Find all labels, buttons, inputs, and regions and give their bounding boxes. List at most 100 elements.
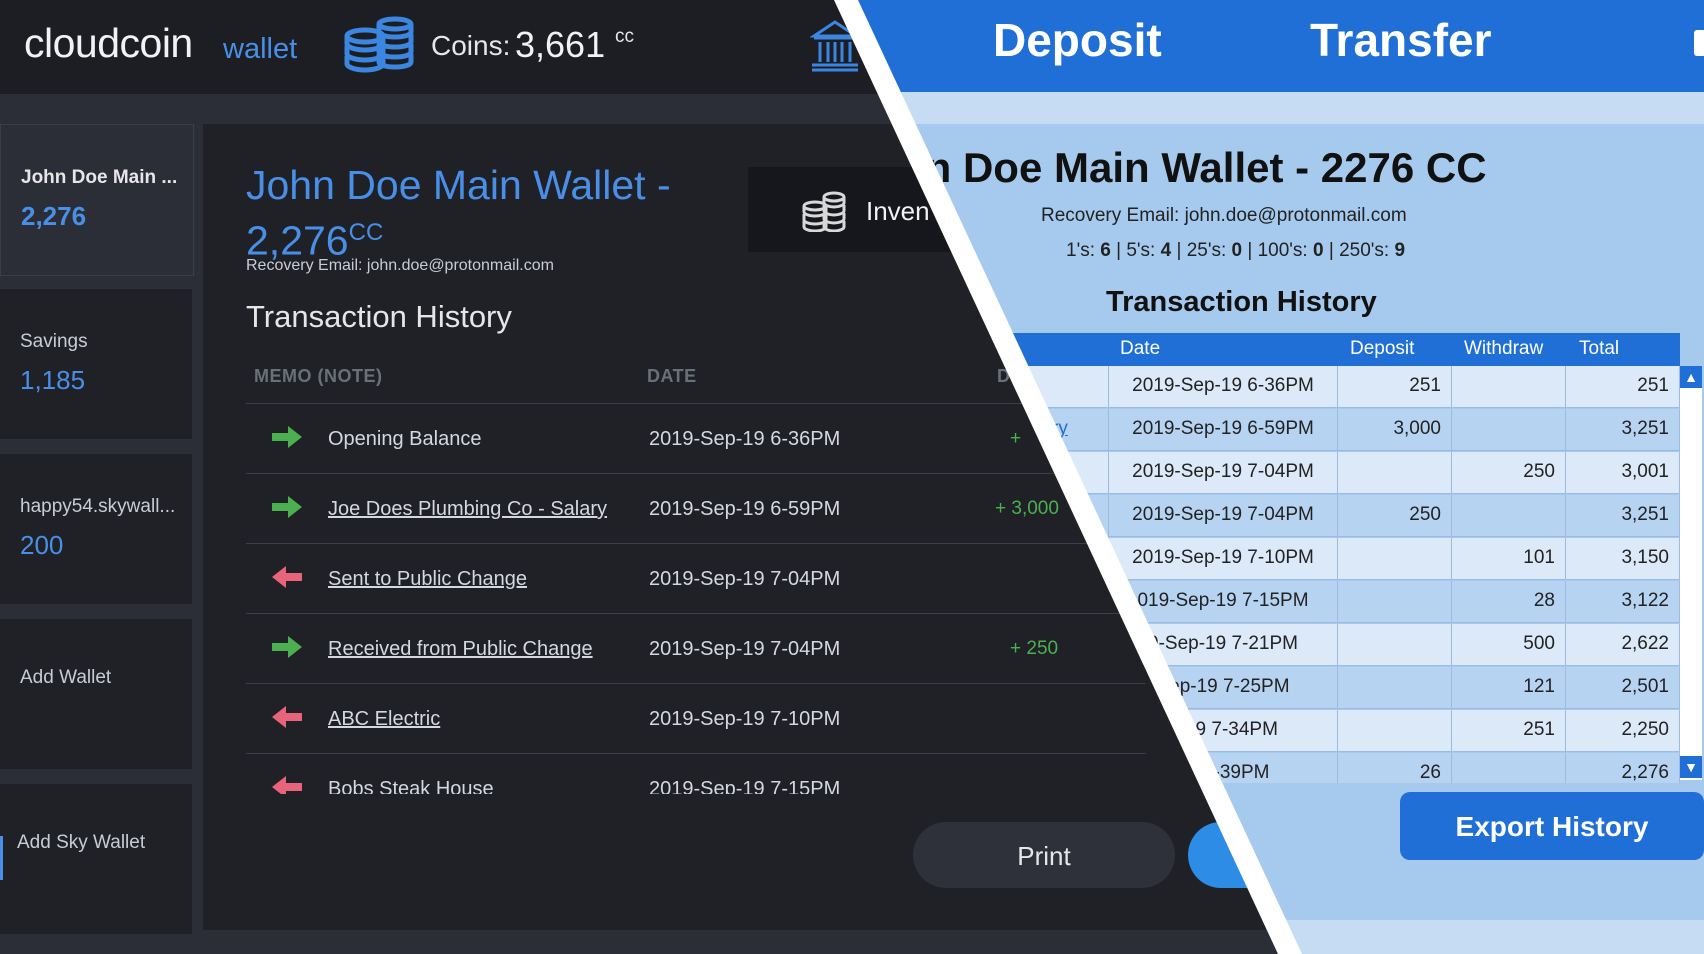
cell-withdraw: 500: [1452, 624, 1566, 666]
coins-stack-icon: [801, 190, 847, 237]
cell-withdraw: [1452, 366, 1566, 408]
table-row[interactable]: Received from Public Change 2019-Sep-19 7…: [246, 613, 1146, 684]
table-row[interactable]: 2019-Sep-19 6-36PM 251 251: [980, 366, 1680, 408]
denom-value: 0: [1312, 240, 1324, 261]
transaction-date: 2019-Sep-19 7-15PM: [649, 778, 841, 794]
nav-transfer[interactable]: Transfer: [1310, 13, 1492, 67]
print-button[interactable]: Print: [913, 822, 1175, 888]
export-history-button[interactable]: Export History: [1400, 792, 1704, 860]
sidebar-item-label: happy54.skywall...: [20, 496, 176, 517]
arrow-right-icon: [272, 636, 302, 663]
cell-deposit: 250: [1338, 495, 1452, 537]
arrow-left-icon: [272, 566, 302, 593]
cell-total: 3,001: [1566, 452, 1680, 494]
denom-value: 0: [1231, 240, 1243, 261]
cell-date: 2019-Sep-19 7-04PM: [1109, 495, 1338, 537]
cell-withdraw: 250: [1452, 452, 1566, 494]
table-row[interactable]: Joe Does Plumbing Co - Salary 2019-Sep-19…: [246, 473, 1146, 544]
arrow-right-icon: [272, 496, 302, 523]
cell-date: 2019-Sep-19 7-04PM: [1109, 452, 1338, 494]
transaction-memo[interactable]: Joe Does Plumbing Co - Salary: [328, 498, 607, 521]
column-header-date: DATE: [647, 366, 697, 386]
transaction-date: 2019-Sep-19 7-04PM: [649, 638, 841, 660]
table-row[interactable]: Opening Balance 2019-Sep-19 6-36PM +: [246, 403, 1146, 474]
cell-date: 2019-Sep-19 7-10PM: [1109, 538, 1338, 580]
denom-value: 9: [1394, 240, 1406, 261]
active-indicator: [0, 836, 3, 880]
nav-icon[interactable]: [1694, 30, 1704, 56]
cell-total: 3,251: [1566, 495, 1680, 537]
arrow-right-icon: [272, 426, 302, 453]
column-header-memo: MEMO (NOTE): [254, 366, 383, 386]
cell-deposit: 3,000: [1338, 409, 1452, 451]
transaction-amount: + 250: [1010, 638, 1059, 659]
cell-date: 019-Sep-19 7-15PM: [1109, 581, 1338, 623]
app-logo: cloudcoin: [24, 20, 193, 66]
wallet-title: hn Doe Main Wallet - 2276 CC: [900, 144, 1487, 191]
denom-value: 6: [1100, 240, 1111, 261]
table-row[interactable]: Bobs Steak House 2019-Sep-19 7-15PM: [246, 753, 1146, 794]
table-row[interactable]: ABC Electric 2019-Sep-19 7-10PM: [246, 683, 1146, 754]
scroll-down-icon[interactable]: ▼: [1680, 756, 1702, 778]
coins-total: 3,661: [515, 24, 606, 65]
sidebar-item-main-wallet[interactable]: John Doe Main ... 2,276: [0, 124, 194, 276]
cell-withdraw: 121: [1452, 667, 1566, 709]
cell-total: 251: [1566, 366, 1680, 408]
cell-total: 2,501: [1566, 667, 1680, 709]
transaction-memo[interactable]: Bobs Steak House: [328, 778, 494, 794]
transaction-date: 2019-Sep-19 6-36PM: [649, 428, 841, 450]
transaction-amount: + 3,000: [995, 498, 1059, 519]
cell-date: 2019-Sep-19 6-36PM: [1109, 366, 1338, 408]
denom-label: 100's:: [1257, 240, 1308, 261]
cell-withdraw: 101: [1452, 538, 1566, 580]
table-row[interactable]: Sent to Public Change 2019-Sep-19 7-04PM: [246, 543, 1146, 614]
transaction-amount: +: [1010, 428, 1022, 449]
table-row[interactable]: 2019-Sep-19 7-04PM 250 3,001: [980, 452, 1680, 494]
cell-withdraw: [1452, 495, 1566, 537]
denom-label: 5's:: [1126, 240, 1156, 261]
table-row[interactable]: 2019-Sep-19 6-59PM 3,000 3,251: [980, 409, 1680, 451]
transaction-memo[interactable]: Received from Public Change: [328, 638, 593, 661]
inventory-button-label: Inven: [866, 196, 930, 226]
sidebar-item-skywallet[interactable]: happy54.skywall... 200: [0, 454, 192, 604]
transaction-date: 2019-Sep-19 7-10PM: [649, 708, 841, 730]
cell-total: 2,276: [1566, 753, 1680, 783]
table-header: [980, 333, 1680, 366]
sidebar-item-savings[interactable]: Savings 1,185: [0, 289, 192, 439]
denom-value: 4: [1160, 240, 1172, 261]
sidebar-item-add-wallet[interactable]: Add Wallet: [0, 619, 192, 769]
sidebar-item-add-sky-wallet[interactable]: Add Sky Wallet: [0, 784, 192, 934]
arrow-left-icon: [272, 706, 302, 733]
cell-total: 3,150: [1566, 538, 1680, 580]
denom-label: 1's:: [1066, 240, 1095, 261]
cell-total: 2,250: [1566, 710, 1680, 752]
nav-deposit[interactable]: Deposit: [993, 13, 1162, 67]
column-header-total: Total: [1579, 338, 1620, 359]
coins-stack-icon: [343, 14, 415, 81]
memo-link[interactable]: ry: [1052, 418, 1068, 440]
wallet-unit: CC: [348, 219, 384, 246]
table-scrollbar[interactable]: [1680, 366, 1702, 780]
app-logo-subtitle: wallet: [223, 33, 298, 65]
cell-deposit: [1338, 538, 1452, 580]
wallet-title: John Doe Main Wallet - 2,276CC: [246, 161, 746, 265]
bank-icon[interactable]: [809, 18, 861, 77]
sidebar-item-label: Add Sky Wallet: [17, 832, 146, 853]
sidebar-item-label: Savings: [20, 331, 88, 352]
scroll-up-icon[interactable]: ▲: [1680, 366, 1702, 388]
transaction-date: 2019-Sep-19 6-59PM: [649, 498, 841, 520]
sidebar-item-label: John Doe Main ...: [21, 167, 178, 188]
cell-deposit: [1338, 452, 1452, 494]
cell-total: 3,122: [1566, 581, 1680, 623]
section-title: Transaction History: [246, 299, 512, 334]
transaction-date: 2019-Sep-19 7-04PM: [649, 568, 841, 590]
column-header-deposit: Deposit: [1350, 338, 1415, 359]
cell-deposit: [1338, 624, 1452, 666]
transaction-memo: Opening Balance: [328, 428, 482, 450]
cell-withdraw: [1452, 409, 1566, 451]
cell-deposit: [1338, 710, 1452, 752]
cell-date: 2019-Sep-19 6-59PM: [1109, 409, 1338, 451]
transaction-memo[interactable]: Sent to Public Change: [328, 568, 527, 591]
cell-withdraw: 28: [1452, 581, 1566, 623]
transaction-memo[interactable]: ABC Electric: [328, 708, 440, 731]
